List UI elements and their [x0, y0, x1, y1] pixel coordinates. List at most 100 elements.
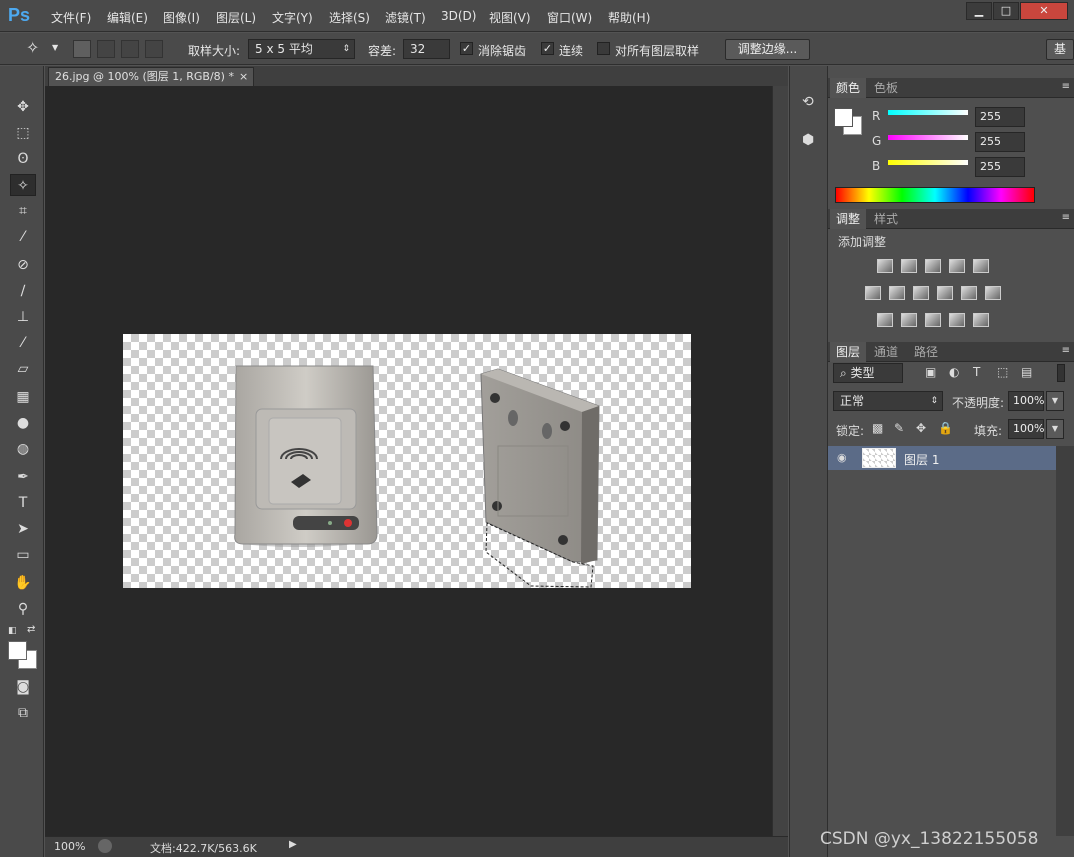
type-filter-icon[interactable]: T [973, 365, 980, 379]
shape-filter-icon[interactable]: ⬚ [997, 365, 1008, 379]
rectangle-tool-icon[interactable]: ▭ [10, 544, 36, 566]
posterize-icon[interactable] [901, 313, 917, 327]
tab-layers[interactable]: 图层 [830, 342, 867, 362]
selective-color-icon[interactable] [949, 313, 965, 327]
close-button[interactable]: ✕ [1020, 2, 1068, 20]
menu-edit[interactable]: 编辑(E) [107, 9, 148, 26]
hue-saturation-icon[interactable] [865, 286, 881, 300]
tolerance-input[interactable]: 32 [403, 39, 450, 59]
gradient-map-icon[interactable] [973, 313, 989, 327]
fill-dropdown-icon[interactable]: ▼ [1046, 419, 1064, 439]
opacity-dropdown-icon[interactable]: ▼ [1046, 391, 1064, 411]
brightness-icon[interactable] [877, 259, 893, 273]
type-tool-icon[interactable]: T [10, 492, 36, 514]
intersect-selection-icon[interactable] [145, 40, 163, 58]
layer-name[interactable]: 图层 1 [904, 451, 939, 468]
history-brush-tool-icon[interactable]: ⁄ [10, 332, 36, 354]
tab-channels[interactable]: 通道 [868, 342, 904, 362]
foreground-color-swatch[interactable] [8, 641, 27, 660]
tab-swatches[interactable]: 色板 [868, 78, 904, 98]
menu-3d[interactable]: 3D(D) [441, 9, 476, 23]
screen-mode-icon[interactable]: ⧉ [10, 702, 36, 724]
document-tab[interactable]: 26.jpg @ 100% (图层 1, RGB/8) * × [48, 67, 254, 86]
menu-filter[interactable]: 滤镜(T) [385, 9, 426, 26]
minimize-button[interactable]: ▁ [966, 2, 992, 20]
zoom-level[interactable]: 100% [54, 840, 85, 853]
green-value-input[interactable]: 255 [975, 132, 1025, 152]
move-tool-icon[interactable]: ✥ [10, 96, 36, 118]
red-value-input[interactable]: 255 [975, 107, 1025, 127]
layer-filter-select[interactable]: ⌕ 类型 [833, 363, 903, 383]
hand-tool-icon[interactable]: ✋ [10, 572, 36, 594]
vibrance-icon[interactable] [973, 259, 989, 273]
lock-image-icon[interactable]: ✎ [894, 421, 904, 435]
crop-tool-icon[interactable]: ⌗ [10, 200, 36, 222]
3d-panel-icon[interactable]: ⬢ [802, 132, 814, 148]
eraser-tool-icon[interactable]: ▱ [10, 358, 36, 380]
menu-layer[interactable]: 图层(L) [216, 9, 256, 26]
dodge-tool-icon[interactable]: ◍ [10, 438, 36, 460]
tab-styles[interactable]: 样式 [868, 209, 904, 229]
history-panel-icon[interactable]: ⟲ [802, 94, 814, 110]
panel-menu-icon[interactable]: ≡ [1062, 81, 1070, 92]
opacity-input[interactable]: 100% [1008, 391, 1044, 411]
tab-paths[interactable]: 路径 [908, 342, 944, 362]
tab-adjustments[interactable]: 调整 [830, 209, 867, 229]
curves-icon[interactable] [925, 259, 941, 273]
clone-stamp-tool-icon[interactable]: ⊥ [10, 306, 36, 328]
add-selection-icon[interactable] [97, 40, 115, 58]
status-menu-icon[interactable] [98, 839, 112, 853]
antialias-checkbox[interactable]: ✓ [460, 42, 473, 55]
lock-all-icon[interactable]: 🔒 [938, 421, 953, 435]
menu-type[interactable]: 文字(Y) [272, 9, 313, 26]
foreground-swatch[interactable] [834, 108, 853, 127]
levels-icon[interactable] [901, 259, 917, 273]
channel-mixer-icon[interactable] [961, 286, 977, 300]
blue-slider[interactable] [888, 160, 968, 165]
pen-tool-icon[interactable]: ✒ [10, 466, 36, 488]
blend-mode-select[interactable]: 正常 ⇕ [833, 391, 943, 411]
refine-edge-button[interactable]: 调整边缘... [725, 39, 810, 60]
vertical-scrollbar[interactable] [772, 86, 788, 836]
magic-wand-tool-icon[interactable]: ✧ [10, 174, 36, 196]
smart-object-filter-icon[interactable]: ▤ [1021, 365, 1032, 379]
sample-all-layers-checkbox[interactable] [597, 42, 610, 55]
color-spectrum-ramp[interactable] [835, 187, 1035, 203]
color-lookup-icon[interactable] [985, 286, 1001, 300]
green-slider[interactable] [888, 135, 968, 140]
menu-help[interactable]: 帮助(H) [608, 9, 650, 26]
menu-select[interactable]: 选择(S) [329, 9, 370, 26]
threshold-icon[interactable] [925, 313, 941, 327]
adjustment-filter-icon[interactable]: ◐ [949, 365, 959, 379]
menu-view[interactable]: 视图(V) [489, 9, 531, 26]
swap-colors-icon[interactable]: ⇄ [27, 624, 35, 635]
sample-size-select[interactable]: 5 x 5 平均 ⇕ [248, 39, 355, 59]
default-colors-icon[interactable]: ◧ [8, 626, 17, 636]
brush-tool-icon[interactable]: ∕ [10, 280, 36, 302]
exposure-icon[interactable] [949, 259, 965, 273]
pixel-filter-icon[interactable]: ▣ [925, 365, 936, 379]
maximize-button[interactable]: □ [993, 2, 1019, 20]
lock-transparent-icon[interactable]: ▩ [872, 421, 883, 435]
filter-toggle[interactable] [1057, 364, 1065, 382]
panel-menu-icon[interactable]: ≡ [1062, 345, 1070, 356]
healing-brush-tool-icon[interactable]: ⊘ [10, 254, 36, 276]
photo-filter-icon[interactable] [937, 286, 953, 300]
menu-window[interactable]: 窗口(W) [547, 9, 592, 26]
contiguous-checkbox[interactable]: ✓ [541, 42, 554, 55]
subtract-selection-icon[interactable] [121, 40, 139, 58]
magic-wand-tool-preset-icon[interactable]: ✧ [26, 38, 39, 57]
quick-mask-icon[interactable]: ◙ [10, 676, 36, 698]
layers-scrollbar[interactable] [1056, 446, 1074, 836]
blue-value-input[interactable]: 255 [975, 157, 1025, 177]
menu-file[interactable]: 文件(F) [51, 9, 91, 26]
new-selection-icon[interactable] [73, 40, 91, 58]
lasso-tool-icon[interactable]: ʘ [10, 148, 36, 170]
marquee-tool-icon[interactable]: ⬚ [10, 122, 36, 144]
tab-color[interactable]: 颜色 [830, 78, 867, 98]
chevron-down-icon[interactable]: ▼ [52, 43, 58, 52]
eyedropper-tool-icon[interactable]: ⁄ [10, 226, 36, 248]
gradient-tool-icon[interactable]: ▦ [10, 386, 36, 408]
black-white-icon[interactable] [913, 286, 929, 300]
status-arrow-icon[interactable]: ▶ [289, 839, 297, 850]
